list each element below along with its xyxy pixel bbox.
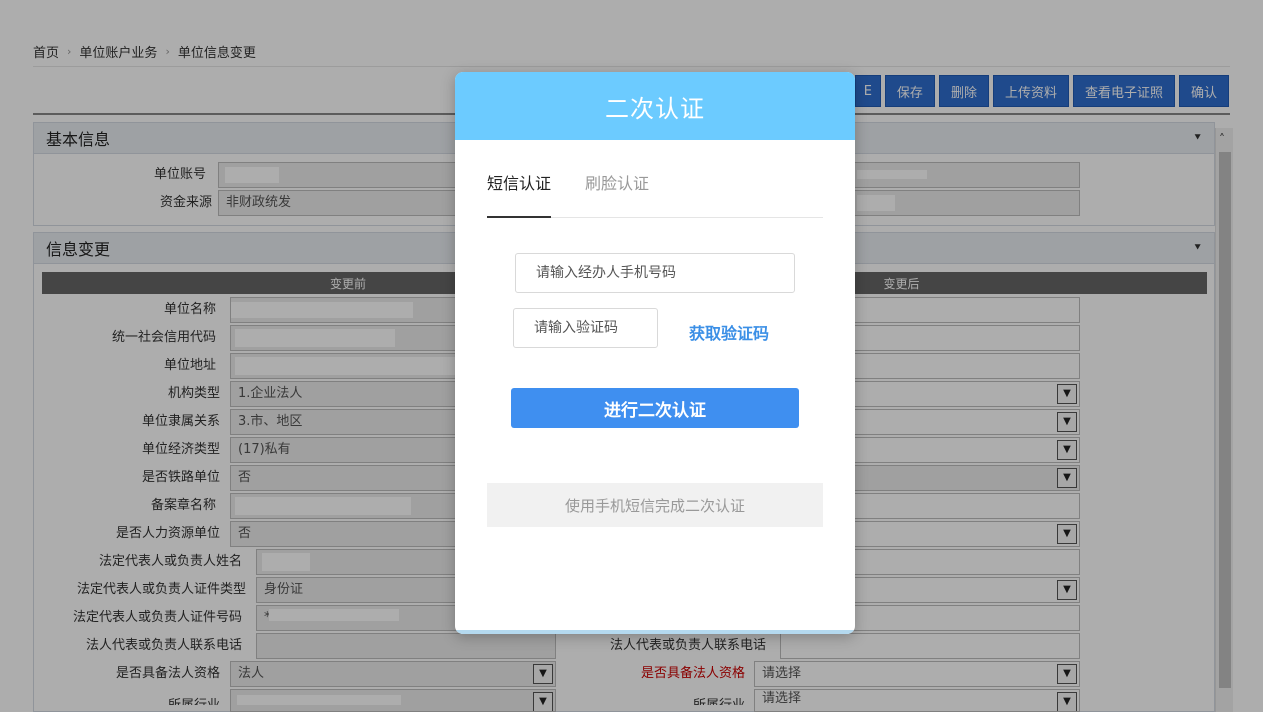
verification-code-input[interactable]: 请输入验证码 [513,308,658,348]
get-code-button[interactable]: 获取验证码 [689,320,769,344]
tab-sms-auth[interactable]: 短信认证 [487,172,551,218]
tab-face-auth[interactable]: 刷脸认证 [585,172,649,218]
auth-tip: 使用手机短信完成二次认证 [487,483,823,527]
second-auth-modal: 二次认证 短信认证 刷脸认证 请输入经办人手机号码 请输入验证码 获取验证码 进… [455,72,855,634]
phone-input[interactable]: 请输入经办人手机号码 [515,253,795,293]
modal-footer-bar [455,630,855,634]
modal-title: 二次认证 [455,72,855,140]
auth-tabs: 短信认证 刷脸认证 [487,172,823,218]
submit-auth-button[interactable]: 进行二次认证 [511,388,799,428]
